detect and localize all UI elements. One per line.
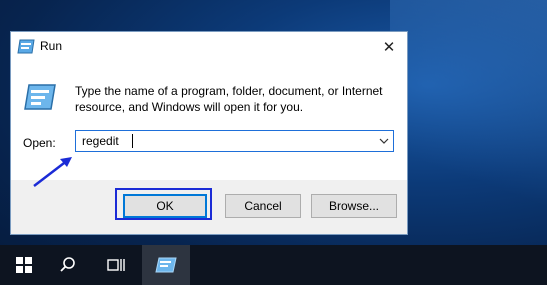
text-caret: [132, 134, 133, 148]
open-input-value[interactable]: regedit: [82, 134, 119, 148]
close-icon: ✕: [382, 39, 396, 56]
open-combobox[interactable]: regedit: [75, 130, 394, 152]
chevron-down-icon[interactable]: [379, 132, 389, 150]
open-label: Open:: [23, 136, 56, 150]
dialog-description: Type the name of a program, folder, docu…: [75, 84, 383, 114]
close-button[interactable]: ✕: [371, 32, 407, 62]
search-button[interactable]: [44, 245, 92, 285]
pointer-arrow-icon: [33, 157, 72, 187]
open-label-text: Open:: [23, 136, 56, 150]
task-view-button[interactable]: [92, 245, 140, 285]
start-button[interactable]: [0, 245, 48, 285]
search-icon: [60, 257, 75, 272]
title-bar[interactable]: Run ✕: [11, 32, 407, 62]
taskbar-run-app[interactable]: [142, 245, 190, 285]
taskbar: [0, 245, 547, 285]
browse-button-label: Browse...: [328, 199, 379, 213]
windows-start-icon: [16, 257, 32, 273]
cancel-button-label: Cancel: [244, 199, 282, 213]
run-app-icon: [155, 257, 177, 273]
run-program-icon: [24, 84, 56, 110]
cancel-button[interactable]: Cancel: [225, 194, 301, 218]
run-icon: [17, 39, 35, 54]
ok-highlight-box: [115, 188, 212, 220]
desktop-background-glow: [390, 0, 547, 240]
dialog-title: Run: [40, 39, 63, 53]
task-view-icon: [107, 259, 125, 271]
browse-button[interactable]: Browse...: [311, 194, 397, 218]
